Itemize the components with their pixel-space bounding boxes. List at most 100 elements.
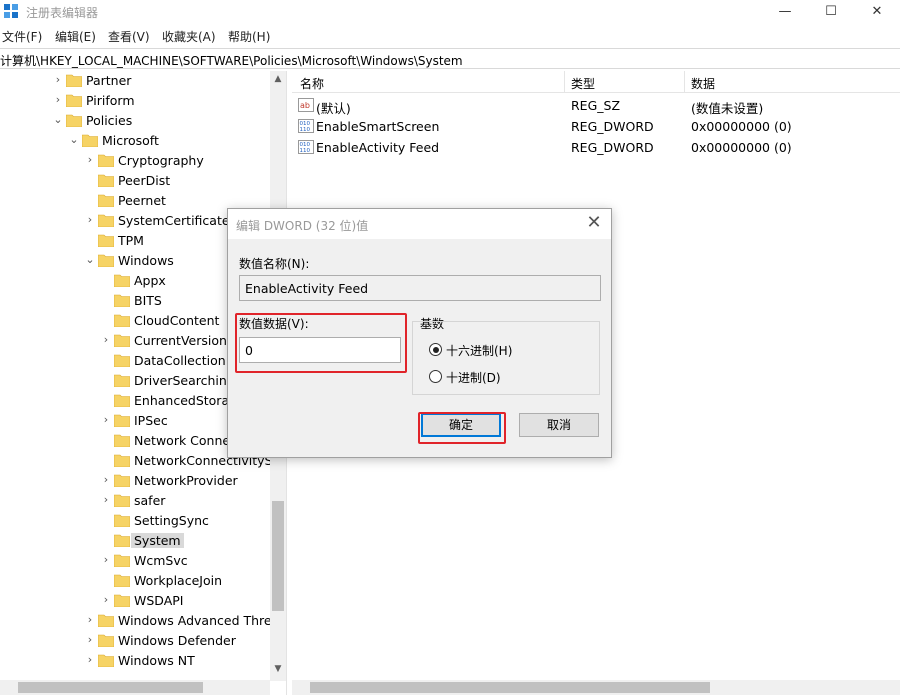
tree-item-label: WorkplaceJoin <box>134 573 223 588</box>
list-header: 名称 类型 数据 <box>292 71 900 93</box>
expander-icon[interactable] <box>84 234 96 246</box>
scroll-up-icon[interactable]: ▲ <box>270 71 286 87</box>
scroll-down-icon[interactable]: ▼ <box>270 661 286 677</box>
list-horizontal-scrollbar[interactable] <box>292 680 900 695</box>
tree-item-label: EnhancedStorag <box>134 393 238 408</box>
expander-icon[interactable] <box>100 274 112 286</box>
value-data: 0x00000000 (0) <box>691 119 792 134</box>
tree-item-label: Windows Defender <box>118 633 236 648</box>
value-name: EnableSmartScreen <box>316 119 440 134</box>
svg-text:110: 110 <box>300 127 311 133</box>
decimal-radio-label[interactable]: 十进制(D) <box>446 369 501 386</box>
column-type[interactable]: 类型 <box>571 75 595 92</box>
expander-icon[interactable]: › <box>84 614 96 626</box>
expander-icon[interactable] <box>84 194 96 206</box>
expander-icon[interactable] <box>100 374 112 386</box>
binary-value-icon: 010110 <box>298 119 314 133</box>
menu-view[interactable]: 查看(V) <box>108 28 150 45</box>
list-item[interactable]: ab (默认) REG_SZ (数值未设置) <box>292 95 900 116</box>
expander-icon[interactable]: › <box>100 334 112 346</box>
expander-icon[interactable] <box>100 514 112 526</box>
menu-file[interactable]: 文件(F) <box>2 28 42 45</box>
expander-icon[interactable] <box>100 294 112 306</box>
tree-item-label: WSDAPI <box>134 593 184 608</box>
tree-item-label: Partner <box>86 73 132 88</box>
svg-text:ab: ab <box>300 101 310 110</box>
expander-icon[interactable]: › <box>84 214 96 226</box>
decimal-radio[interactable] <box>429 370 442 383</box>
dialog-close-icon[interactable]: ✕ <box>585 213 603 233</box>
menu-bar: 文件(F) 编辑(E) 查看(V) 收藏夹(A) 帮助(H) <box>0 26 900 46</box>
tree-item-label: System <box>131 533 184 548</box>
folder-icon <box>114 354 130 367</box>
folder-icon <box>114 394 130 407</box>
expander-icon[interactable]: › <box>100 494 112 506</box>
folder-icon <box>114 514 130 527</box>
expander-icon[interactable] <box>100 314 112 326</box>
minimize-button[interactable]: — <box>762 0 808 24</box>
scroll-thumb[interactable] <box>310 682 710 693</box>
tree-horizontal-scrollbar[interactable] <box>0 680 270 695</box>
tree-item-label: Windows <box>118 253 174 268</box>
expander-icon[interactable] <box>100 454 112 466</box>
column-data[interactable]: 数据 <box>691 75 715 92</box>
tree-item-label: SettingSync <box>134 513 209 528</box>
expander-icon[interactable] <box>100 574 112 586</box>
svg-text:110: 110 <box>300 148 311 154</box>
tree-item-label: CloudContent <box>134 313 220 328</box>
expander-icon[interactable] <box>100 434 112 446</box>
folder-icon <box>98 614 114 627</box>
folder-icon <box>114 494 130 507</box>
expander-icon[interactable]: › <box>84 654 96 666</box>
scroll-thumb[interactable] <box>272 501 284 611</box>
address-path: 计算机\HKEY_LOCAL_MACHINE\SOFTWARE\Policies… <box>0 54 463 68</box>
close-button[interactable]: ✕ <box>854 0 900 24</box>
address-bar[interactable]: 计算机\HKEY_LOCAL_MACHINE\SOFTWARE\Policies… <box>0 48 900 69</box>
menu-edit[interactable]: 编辑(E) <box>55 28 96 45</box>
value-data: 0x00000000 (0) <box>691 140 792 155</box>
scroll-thumb[interactable] <box>18 682 203 693</box>
tree-item-label: SystemCertificates <box>118 213 237 228</box>
expander-icon[interactable]: › <box>84 154 96 166</box>
folder-icon <box>66 114 82 127</box>
menu-help[interactable]: 帮助(H) <box>228 28 270 45</box>
list-item[interactable]: 010 110 EnableSmartScreen REG_DWORD 0x000000… <box>292 116 900 137</box>
tree-item-label: NetworkProvider <box>134 473 238 488</box>
cancel-button[interactable]: 取消 <box>519 413 599 437</box>
expander-icon[interactable]: › <box>100 594 112 606</box>
folder-icon <box>114 454 130 467</box>
hex-radio-label[interactable]: 十六进制(H) <box>446 342 512 359</box>
expander-icon[interactable]: ⌄ <box>84 254 96 266</box>
expander-icon[interactable]: › <box>84 634 96 646</box>
value-name-field: EnableActivity Feed <box>239 275 601 301</box>
folder-icon <box>98 234 114 247</box>
expander-icon[interactable] <box>100 354 112 366</box>
tree-item-label: PeerDist <box>118 173 171 188</box>
expander-icon[interactable]: › <box>100 554 112 566</box>
maximize-button[interactable]: ☐ <box>808 0 854 24</box>
tree-item-label: Appx <box>134 273 166 288</box>
menu-favorites[interactable]: 收藏夹(A) <box>162 28 216 45</box>
ok-button-highlight <box>418 412 506 444</box>
expander-icon[interactable]: ⌄ <box>68 134 80 146</box>
value-type: REG_DWORD <box>571 140 654 155</box>
tree-item-label: Policies <box>86 113 133 128</box>
folder-icon <box>66 94 82 107</box>
folder-icon <box>114 434 130 447</box>
expander-icon[interactable]: › <box>100 414 112 426</box>
hex-radio[interactable] <box>429 343 442 356</box>
list-item[interactable]: 010 110 EnableActivity Feed REG_DWORD 0x0000… <box>292 137 900 158</box>
value-name: (默认) <box>316 101 351 116</box>
expander-icon[interactable] <box>100 534 112 546</box>
column-name[interactable]: 名称 <box>300 75 324 92</box>
tree-item-label: Peernet <box>118 193 166 208</box>
expander-icon[interactable] <box>100 394 112 406</box>
expander-icon[interactable]: ⌄ <box>52 114 64 126</box>
expander-icon[interactable] <box>84 174 96 186</box>
expander-icon[interactable]: › <box>52 74 64 86</box>
folder-icon <box>98 194 114 207</box>
regedit-app-icon <box>4 4 18 18</box>
expander-icon[interactable]: › <box>52 94 64 106</box>
expander-icon[interactable]: › <box>100 474 112 486</box>
folder-icon <box>114 474 130 487</box>
